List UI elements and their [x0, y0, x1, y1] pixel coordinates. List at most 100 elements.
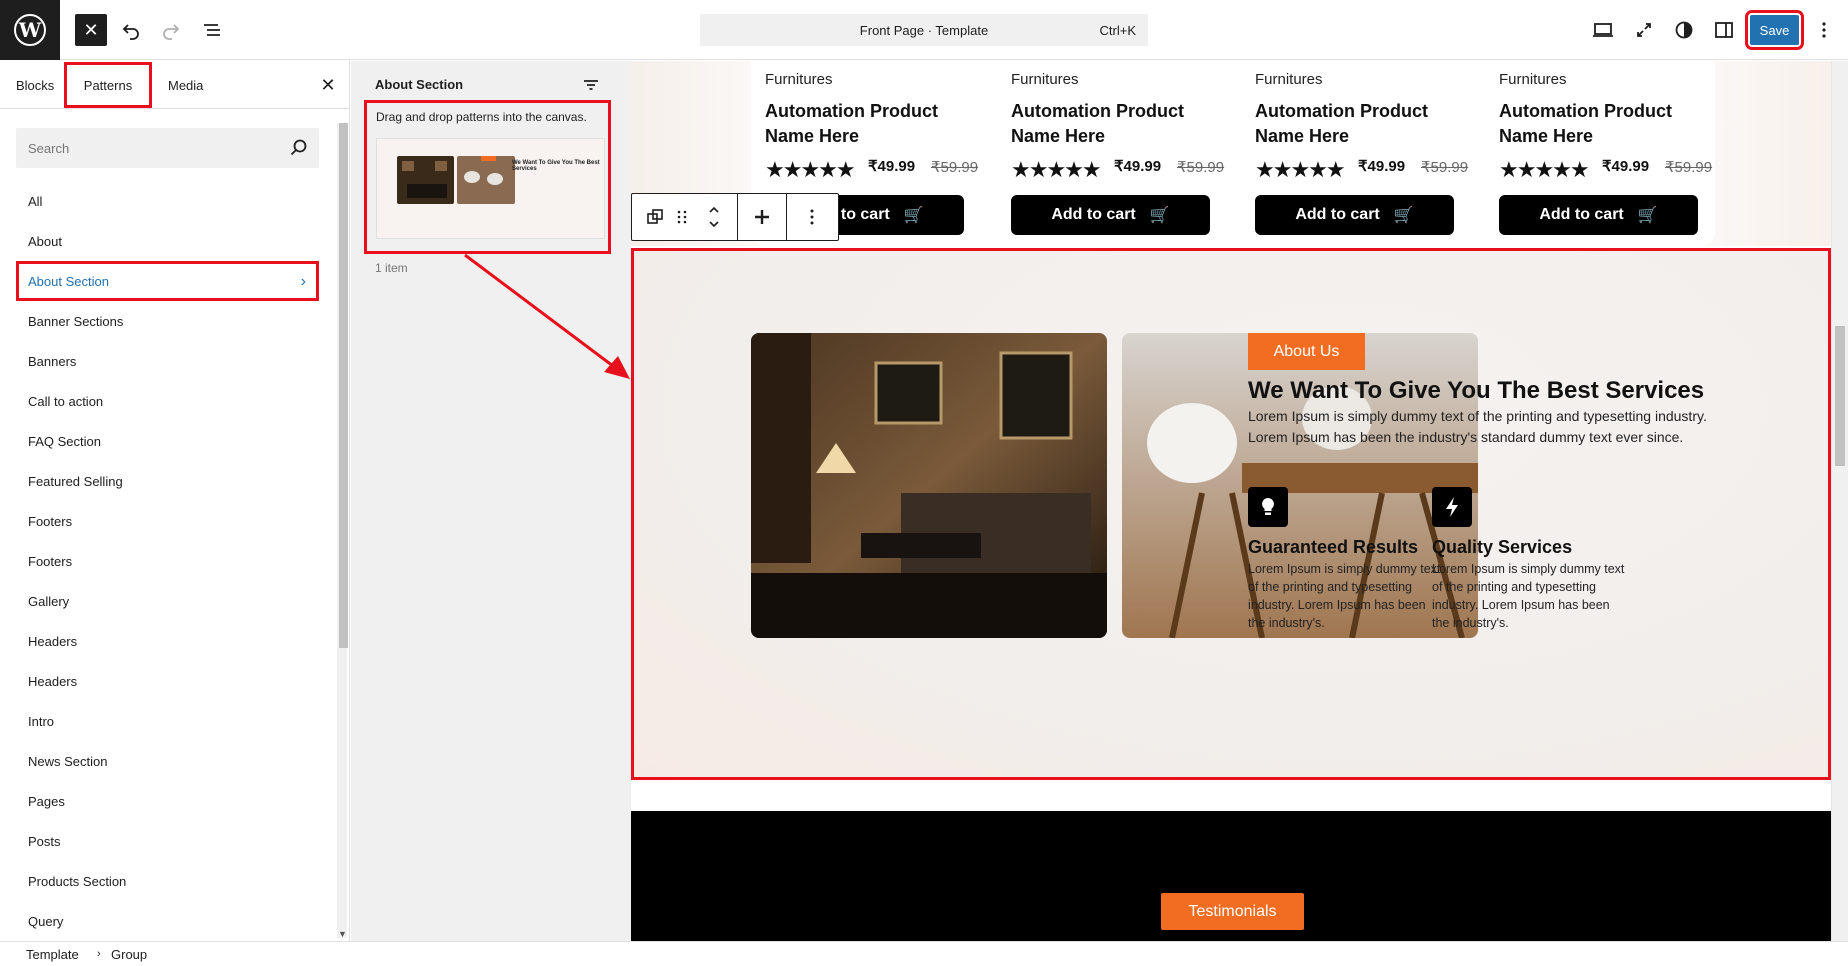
scrollbar-thumb[interactable]	[339, 123, 348, 648]
product-name[interactable]: Automation Product Name Here	[1011, 99, 1211, 149]
chevron-right-icon: ›	[97, 948, 101, 960]
search-icon	[290, 139, 307, 156]
product-category: Furnitures	[1255, 71, 1323, 88]
category-banners[interactable]: Banners	[16, 341, 319, 381]
star-rating-icon: ★★★★★	[1255, 157, 1346, 182]
feature-title[interactable]: Quality Services	[1432, 537, 1572, 558]
redo-icon[interactable]	[155, 14, 187, 46]
wordpress-logo-icon[interactable]: W	[0, 0, 60, 60]
category-pages[interactable]: Pages	[16, 781, 319, 821]
transform-block-icon[interactable]	[641, 194, 669, 240]
category-featured-selling[interactable]: Featured Selling	[16, 461, 319, 501]
product-name[interactable]: Automation Product Name Here	[1499, 99, 1699, 149]
scroll-down-arrow-icon[interactable]: ▼	[338, 929, 347, 939]
product-price: ₹49.99	[868, 158, 916, 175]
move-up-down-icon[interactable]	[702, 194, 726, 240]
canvas-scrollbar[interactable]	[1832, 61, 1848, 941]
thumb-heading: We Want To Give You The Best Services	[512, 160, 600, 172]
about-us-badge[interactable]: About Us	[1248, 333, 1365, 370]
svg-text:W: W	[18, 18, 42, 42]
command-palette-button[interactable]: Front Page · Template Ctrl+K	[700, 14, 1148, 46]
category-intro[interactable]: Intro	[16, 701, 319, 741]
product-category: Furnitures	[1011, 71, 1079, 88]
category-banner-sections[interactable]: Banner Sections	[16, 301, 319, 341]
chevron-right-icon: ›	[300, 273, 306, 290]
close-icon[interactable]: ✕	[316, 73, 340, 97]
pattern-category-panel: About Section Drag and drop patterns int…	[351, 61, 631, 941]
pattern-count: 1 item	[375, 261, 408, 275]
category-all[interactable]: All	[16, 181, 319, 221]
filter-icon[interactable]	[581, 75, 601, 95]
product-card[interactable]: Furnitures Automation Product Name Here …	[997, 61, 1227, 246]
category-faq-section[interactable]: FAQ Section	[16, 421, 319, 461]
cart-label: Add to cart	[1295, 206, 1380, 223]
cart-label: Add to cart	[1539, 206, 1624, 223]
product-old-price: ₹59.99	[1665, 159, 1713, 176]
pattern-search-input[interactable]: Search	[16, 128, 319, 168]
breadcrumb: Template › Group	[0, 941, 1848, 966]
sidebar-scrollbar[interactable]	[337, 123, 348, 938]
category-products-section[interactable]: Products Section	[16, 861, 319, 901]
category-query[interactable]: Query	[16, 901, 319, 941]
pattern-category-list: All About About Section › Banner Sections…	[16, 181, 319, 941]
feature-title[interactable]: Guaranteed Results	[1248, 537, 1418, 558]
tab-media[interactable]: Media	[168, 61, 203, 109]
category-label: About Section	[28, 273, 109, 289]
category-headers[interactable]: Headers	[16, 661, 319, 701]
drag-handle-icon[interactable]	[672, 194, 692, 240]
options-menu-icon[interactable]	[1808, 14, 1840, 46]
feature-text[interactable]: Lorem Ipsum is simply dummy text of the …	[1248, 560, 1443, 632]
block-toolbar	[631, 193, 839, 241]
document-overview-icon[interactable]	[196, 14, 228, 46]
breadcrumb-template[interactable]: Template	[26, 947, 79, 962]
add-to-cart-button[interactable]: Add to cart 🛒	[1011, 195, 1210, 235]
settings-panel-icon[interactable]	[1708, 14, 1740, 46]
about-section-group[interactable]: About Us We Want To Give You The Best Se…	[631, 248, 1831, 780]
testimonials-badge[interactable]: Testimonials	[1161, 893, 1304, 930]
bolt-icon	[1432, 487, 1472, 527]
category-headers[interactable]: Headers	[16, 621, 319, 661]
product-old-price: ₹59.99	[1177, 159, 1225, 176]
product-card[interactable]: Furnitures Automation Product Name Here …	[1485, 61, 1715, 246]
category-about-section[interactable]: About Section ›	[16, 261, 319, 301]
category-footers[interactable]: Footers	[16, 541, 319, 581]
category-gallery[interactable]: Gallery	[16, 581, 319, 621]
block-options-icon[interactable]	[787, 194, 837, 240]
inserter-tabs: Blocks Patterns Media ✕	[0, 61, 350, 109]
scrollbar-thumb[interactable]	[1835, 326, 1845, 466]
product-card[interactable]: Furnitures Automation Product Name Here …	[1241, 61, 1471, 246]
product-name[interactable]: Automation Product Name Here	[765, 99, 965, 149]
cart-icon: 🛒	[1393, 207, 1414, 224]
product-price: ₹49.99	[1602, 158, 1650, 175]
living-room-image	[751, 333, 1107, 638]
about-paragraph[interactable]: Lorem Ipsum is simply dummy text of the …	[1248, 406, 1718, 448]
category-call-to-action[interactable]: Call to action	[16, 381, 319, 421]
product-name[interactable]: Automation Product Name Here	[1255, 99, 1455, 149]
pattern-preview[interactable]: We Want To Give You The Best Services	[376, 138, 605, 239]
product-old-price: ₹59.99	[931, 159, 979, 176]
search-placeholder: Search	[28, 141, 70, 156]
product-category: Furnitures	[1499, 71, 1567, 88]
insert-block-icon[interactable]	[738, 194, 786, 240]
category-posts[interactable]: Posts	[16, 821, 319, 861]
tab-patterns[interactable]: Patterns	[64, 62, 152, 108]
product-price: ₹49.99	[1358, 158, 1406, 175]
preview-device-icon[interactable]	[1587, 14, 1619, 46]
styles-icon[interactable]	[1668, 14, 1700, 46]
cart-label: Add to cart	[1051, 206, 1136, 223]
tab-blocks[interactable]: Blocks	[16, 61, 54, 109]
about-heading[interactable]: We Want To Give You The Best Services	[1248, 377, 1704, 405]
zoom-out-icon[interactable]	[1628, 14, 1660, 46]
close-inserter-button[interactable]: ✕	[75, 14, 107, 46]
category-about[interactable]: About	[16, 221, 319, 261]
category-news-section[interactable]: News Section	[16, 741, 319, 781]
feature-text[interactable]: Lorem Ipsum is simply dummy text of the …	[1432, 560, 1627, 632]
save-button[interactable]: Save	[1745, 10, 1804, 50]
add-to-cart-button[interactable]: Add to cart 🛒	[1255, 195, 1454, 235]
category-footers[interactable]: Footers	[16, 501, 319, 541]
cart-icon: 🛒	[903, 207, 924, 224]
breadcrumb-group[interactable]: Group	[111, 947, 147, 962]
add-to-cart-button[interactable]: Add to cart 🛒	[1499, 195, 1698, 235]
product-price: ₹49.99	[1114, 158, 1162, 175]
undo-icon[interactable]	[115, 14, 147, 46]
